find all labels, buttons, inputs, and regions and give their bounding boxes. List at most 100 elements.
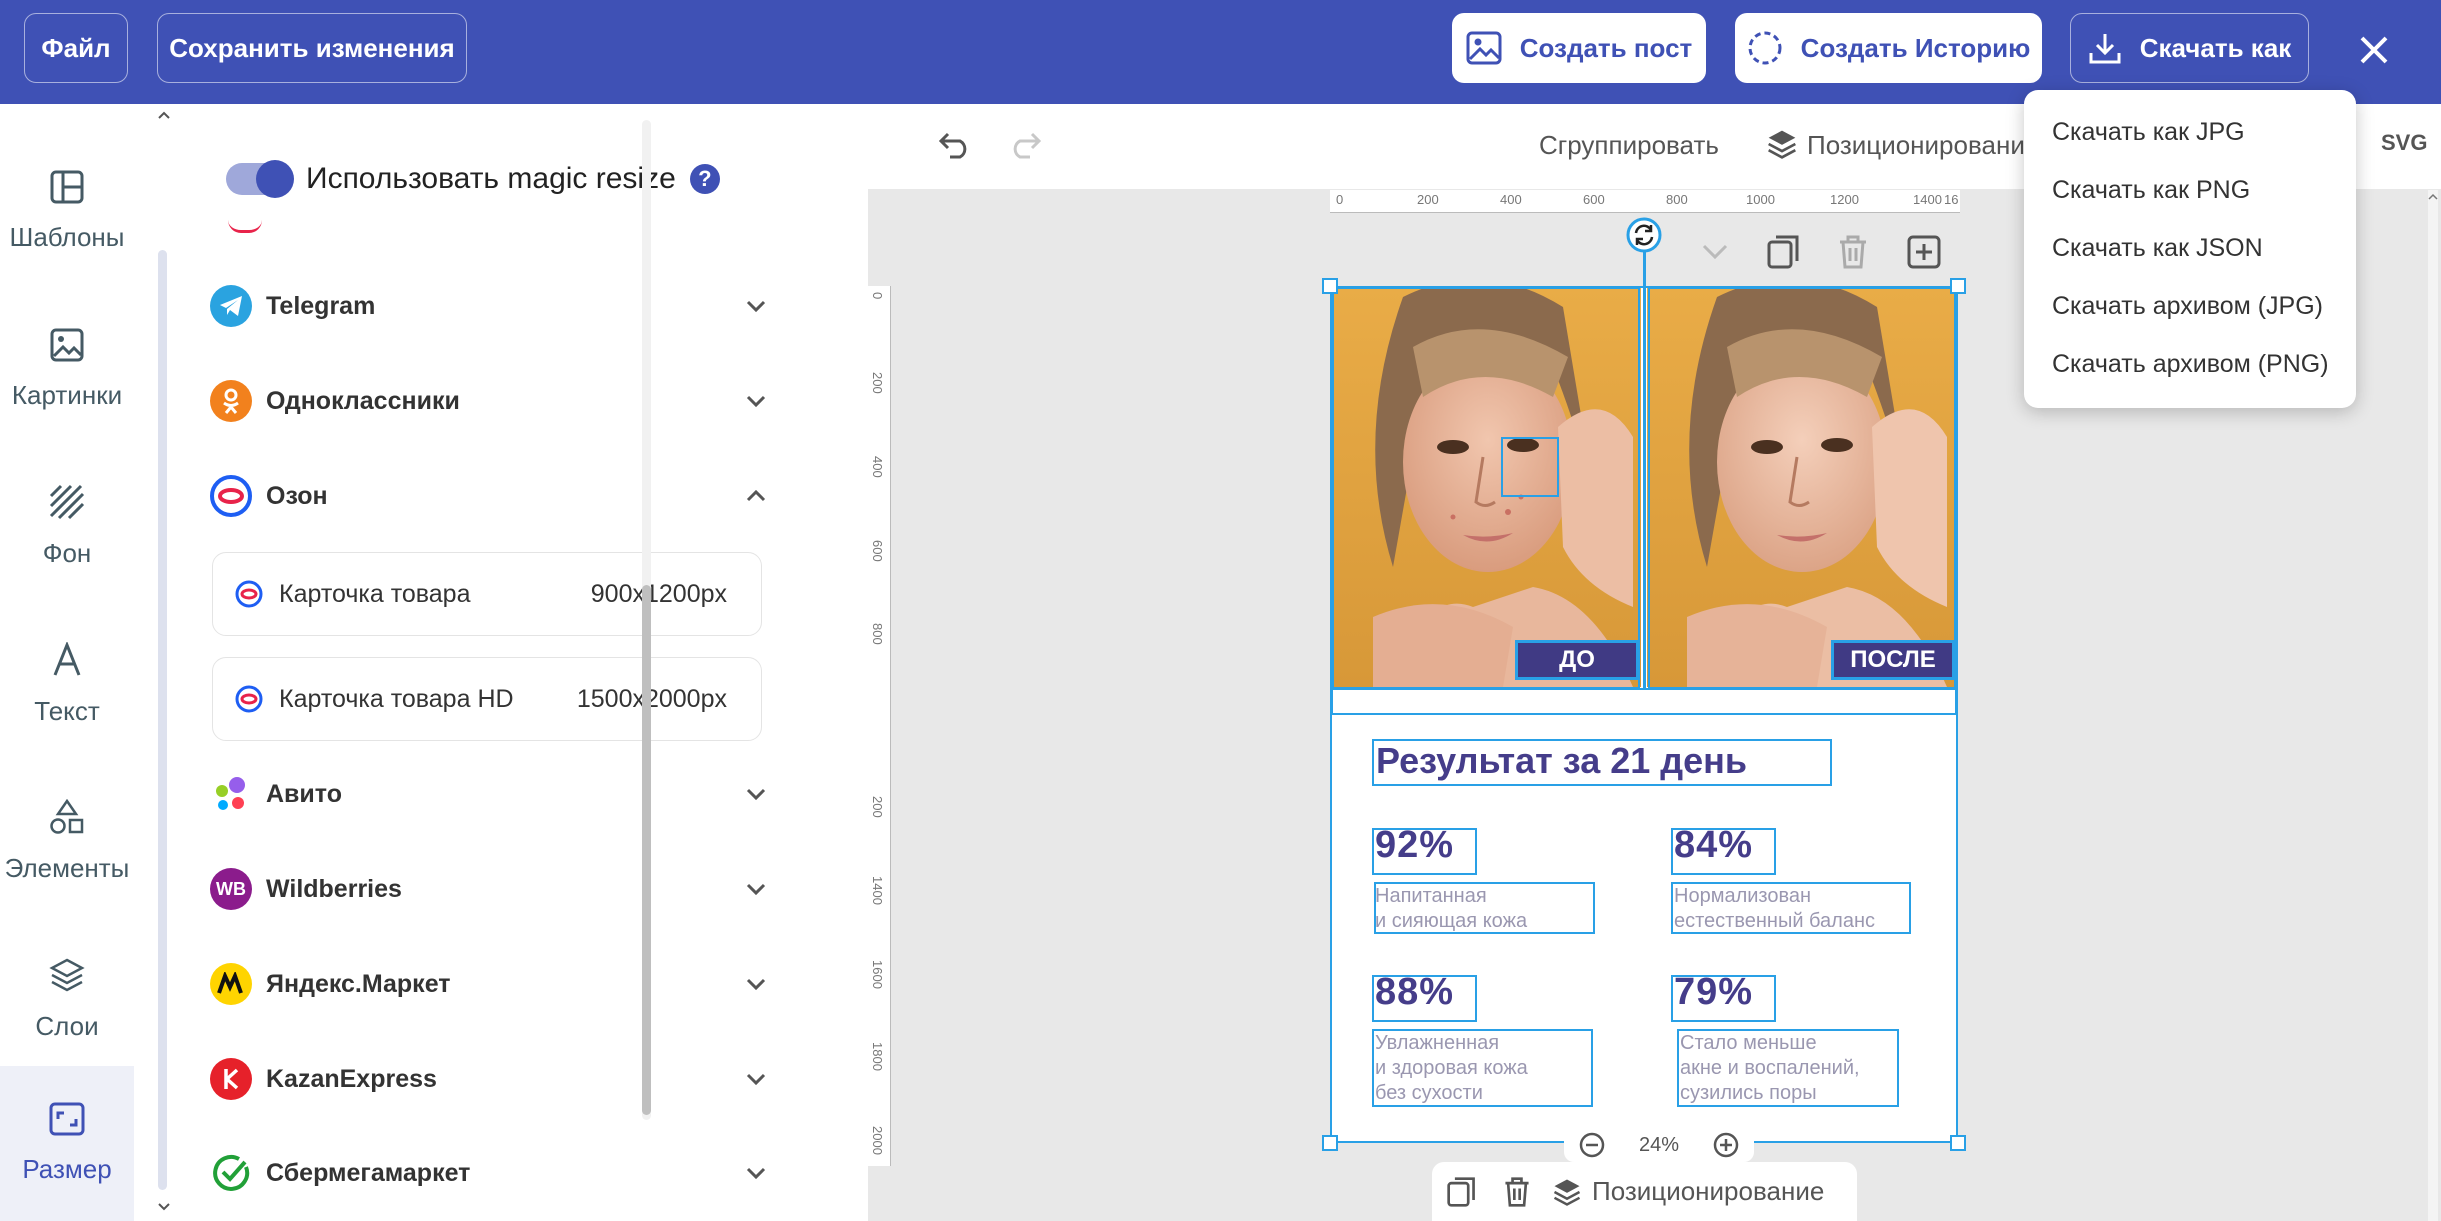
ruler-tick: 1400 xyxy=(1913,192,1942,207)
background-icon xyxy=(49,484,85,519)
network-wildberries[interactable]: WB Wildberries xyxy=(210,859,770,919)
ruler-tick: 1400 xyxy=(870,876,885,905)
network-telegram[interactable]: Telegram xyxy=(210,276,770,336)
network-label: KazanExpress xyxy=(266,1064,437,1093)
format-card-product[interactable]: Карточка товара 900x1200px xyxy=(212,552,762,636)
add-box-icon[interactable] xyxy=(1906,234,1942,270)
create-post-button[interactable]: Создать пост xyxy=(1452,13,1706,83)
rotate-line xyxy=(1643,252,1646,688)
shapes-icon xyxy=(50,798,84,834)
text-icon xyxy=(53,641,81,676)
chevron-down-icon[interactable] xyxy=(1700,240,1730,264)
zoom-in-icon[interactable] xyxy=(1712,1131,1740,1159)
size-panel: Использовать magic resize ? Telegram Одн… xyxy=(178,104,868,1221)
trash-icon[interactable] xyxy=(1502,1176,1532,1208)
help-icon[interactable]: ? xyxy=(689,164,720,194)
top-bar: Файл Сохранить изменения Создать пост Со… xyxy=(0,0,2441,104)
left-rail: Шаблоны Картинки Фон Текст Элементы Слои… xyxy=(0,104,170,1221)
menu-item-jpg[interactable]: Скачать как JPG xyxy=(2052,118,2245,147)
format-name: Карточка товара xyxy=(279,579,471,608)
rail-label: Элементы xyxy=(4,852,130,883)
rail-label: Картинки xyxy=(11,379,123,410)
resize-handle-sw[interactable] xyxy=(1322,1135,1338,1151)
duplicate-icon[interactable] xyxy=(1766,234,1802,270)
network-label: Авито xyxy=(266,779,342,808)
chevron-down-icon xyxy=(746,1167,766,1180)
download-icon xyxy=(2089,34,2121,64)
workspace-scrollbar[interactable] xyxy=(2428,190,2438,1221)
close-icon[interactable] xyxy=(2352,28,2396,72)
rotate-icon[interactable] xyxy=(1625,216,1663,254)
rail-item-layers[interactable]: Слои xyxy=(0,924,134,1074)
menu-item-json[interactable]: Скачать как JSON xyxy=(2052,234,2263,263)
rail-item-templates[interactable]: Шаблоны xyxy=(0,136,134,286)
panel-scrollbar-thumb[interactable] xyxy=(642,585,651,1115)
chevron-up-icon[interactable] xyxy=(157,110,171,120)
chevron-down-icon xyxy=(746,788,766,801)
odnoklassniki-icon xyxy=(210,380,252,422)
svg-button[interactable]: SVG xyxy=(2381,130,2427,156)
resize-handle-se[interactable] xyxy=(1950,1135,1966,1151)
redo-icon[interactable] xyxy=(1008,130,1042,160)
position-button[interactable]: Позиционирование xyxy=(1807,130,2039,161)
rail-item-elements[interactable]: Элементы xyxy=(0,766,134,916)
network-kazanexpress[interactable]: KazanExpress xyxy=(210,1049,770,1109)
rail-scrollbar[interactable] xyxy=(158,250,167,1190)
layers-icon xyxy=(1768,130,1796,159)
ruler-tick: 200 xyxy=(870,796,885,818)
resize-handle-nw[interactable] xyxy=(1322,278,1338,294)
undo-icon[interactable] xyxy=(938,130,972,160)
chevron-up-icon xyxy=(746,489,766,502)
menu-item-png[interactable]: Скачать как PNG xyxy=(2052,176,2250,205)
network-label: Озон xyxy=(266,481,328,510)
chevron-down-icon[interactable] xyxy=(157,1202,171,1212)
format-size: 1500x2000px xyxy=(576,684,727,713)
rail-label: Шаблоны xyxy=(9,221,125,252)
kazanexpress-icon xyxy=(210,1058,252,1100)
ozon-icon xyxy=(210,475,252,517)
format-name: Карточка товара HD xyxy=(279,684,514,713)
menu-item-archive-png[interactable]: Скачать архивом (PNG) xyxy=(2052,350,2329,379)
rail-item-size[interactable]: Размер xyxy=(0,1066,134,1221)
network-yandex-market[interactable]: Яндекс.Маркет xyxy=(210,954,770,1014)
layers-icon xyxy=(49,958,85,991)
image-icon xyxy=(1466,31,1502,65)
rail-item-background[interactable]: Фон xyxy=(0,451,134,601)
menu-item-archive-jpg[interactable]: Скачать архивом (JPG) xyxy=(2052,292,2323,321)
ruler-tick: 0 xyxy=(870,292,885,300)
ruler-tick: 800 xyxy=(1666,192,1688,207)
chevron-down-icon xyxy=(746,395,766,408)
network-ozon[interactable]: Озон xyxy=(210,466,770,526)
vertical-ruler: 0 200 400 600 800 200 1400 1600 1800 200… xyxy=(868,286,891,1166)
ruler-tick: 1000 xyxy=(1746,192,1775,207)
create-story-button[interactable]: Создать Историю xyxy=(1735,13,2042,83)
ruler-tick: 800 xyxy=(870,623,885,645)
ruler-tick: 400 xyxy=(870,456,885,478)
network-odnoklassniki[interactable]: Одноклассники xyxy=(210,371,770,431)
magic-resize-label: Использовать magic resize xyxy=(306,162,676,195)
rail-item-text[interactable]: Текст xyxy=(0,609,134,759)
save-changes-button[interactable]: Сохранить изменения xyxy=(157,13,467,83)
network-label: Одноклассники xyxy=(266,386,460,415)
download-as-label: Скачать как xyxy=(2139,32,2292,63)
format-card-product-hd[interactable]: Карточка товара HD 1500x2000px xyxy=(212,657,762,741)
trash-icon[interactable] xyxy=(1837,234,1869,270)
resize-handle-ne[interactable] xyxy=(1950,278,1966,294)
network-label: Сбермегамаркет xyxy=(266,1158,471,1187)
rail-item-images[interactable]: Картинки xyxy=(0,294,134,444)
resize-icon xyxy=(49,1102,85,1136)
zoom-out-icon[interactable] xyxy=(1578,1131,1606,1159)
file-button[interactable]: Файл xyxy=(24,13,128,83)
horizontal-ruler: 0 200 400 600 800 1000 1200 1400 16 xyxy=(1330,190,1960,213)
group-button[interactable]: Сгруппировать xyxy=(1539,130,1719,161)
network-avito[interactable]: Авито xyxy=(210,764,770,824)
network-sbermegamarket[interactable]: Сбермегамаркет xyxy=(210,1143,770,1203)
duplicate-icon[interactable] xyxy=(1446,1176,1478,1208)
wildberries-icon: WB xyxy=(210,868,252,910)
ruler-tick: 200 xyxy=(870,372,885,394)
network-label: Telegram xyxy=(266,291,376,320)
network-label: Wildberries xyxy=(266,874,402,903)
download-as-button[interactable]: Скачать как xyxy=(2070,13,2309,83)
magic-resize-toggle[interactable] xyxy=(226,160,294,198)
bottom-position-button[interactable]: Позиционирование xyxy=(1592,1176,1824,1207)
